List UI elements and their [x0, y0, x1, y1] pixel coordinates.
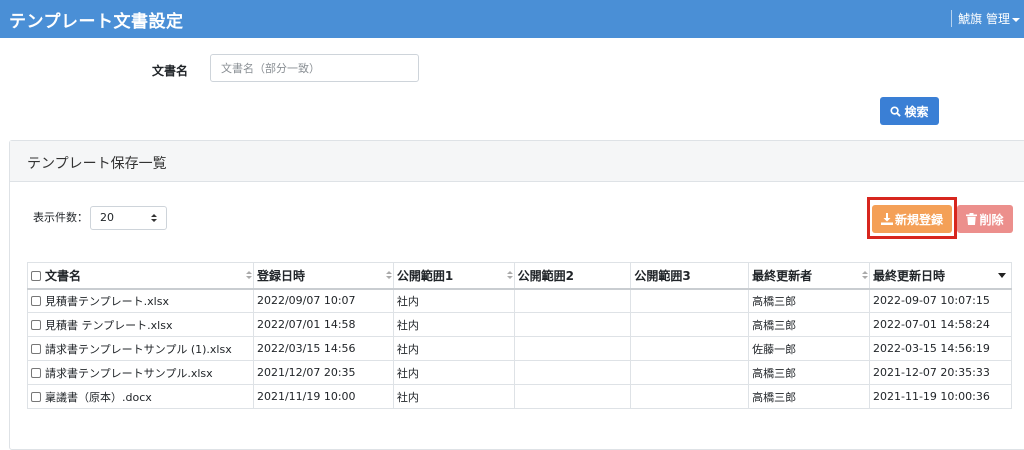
new-register-button[interactable]: 新規登録 [872, 205, 952, 233]
cell-scope2 [513, 288, 632, 313]
search-label: 文書名 [152, 64, 189, 78]
per-page-value: 20 [100, 211, 114, 224]
select-all-checkbox[interactable] [31, 270, 41, 281]
panel-header: テンプレート保存一覧 [10, 141, 1024, 182]
cell-updated: 2022-07-01 14:58:24 [869, 312, 1012, 337]
user-menu[interactable]: 鯱旗 管理 [951, 10, 1020, 27]
download-icon [880, 213, 893, 225]
cell-updater: 佐藤一郎 [748, 336, 870, 361]
cell-updater: 高橋三郎 [748, 312, 870, 337]
cell-updater: 高橋三郎 [748, 384, 870, 409]
table-row[interactable]: 見積書 テンプレート.xlsx 2022/07/01 14:58 社内 高橋三郎… [27, 312, 1012, 337]
cell-updated: 2021-11-19 10:00:36 [869, 384, 1012, 409]
cell-scope3 [630, 360, 750, 385]
cell-registered: 2022/07/01 14:58 [252, 312, 394, 337]
page-title: テンプレート文書設定 [9, 12, 184, 32]
cell-scope3 [630, 288, 750, 313]
cell-scope2 [513, 384, 632, 409]
cell-scope1: 社内 [392, 288, 515, 313]
row-checkbox[interactable] [31, 367, 41, 378]
cell-name[interactable]: 見積書 テンプレート.xlsx [27, 312, 254, 337]
cell-updater: 高橋三郎 [748, 360, 870, 385]
cell-registered: 2021/12/07 20:35 [252, 360, 394, 385]
column-header-registered[interactable]: 登録日時 [245, 262, 394, 290]
per-page-label: 表示件数： [33, 211, 88, 224]
cell-registered: 2022/09/07 10:07 [252, 288, 394, 313]
cell-updated: 2022-09-07 10:07:15 [869, 288, 1012, 313]
search-button[interactable]: 検索 [880, 97, 939, 125]
sort-icon [506, 271, 513, 279]
cell-scope3 [630, 384, 750, 409]
cell-updated: 2022-03-15 14:56:19 [869, 336, 1012, 361]
cell-scope3 [630, 336, 750, 361]
delete-button[interactable]: 削除 [957, 205, 1013, 233]
search-button-label: 検索 [904, 104, 929, 119]
cell-scope2 [513, 312, 632, 337]
user-name: 鯱旗 管理 [958, 12, 1010, 26]
cell-scope2 [513, 336, 632, 361]
cell-scope1: 社内 [392, 360, 515, 385]
cell-name[interactable]: 請求書テンプレートサンプル (1).xlsx [27, 336, 254, 361]
app-header: テンプレート文書設定 鯱旗 管理 [0, 0, 1024, 38]
cell-scope2 [513, 360, 632, 385]
chevron-down-icon [1012, 17, 1020, 22]
table-row[interactable]: 稟議書（原本）.docx 2021/11/19 10:00 社内 高橋三郎 20… [27, 384, 1012, 409]
sort-icon [245, 271, 252, 279]
new-register-label: 新規登録 [894, 212, 943, 227]
cell-registered: 2022/03/15 14:56 [252, 336, 394, 361]
column-header-name[interactable]: 文書名 [27, 262, 254, 290]
sort-desc-icon [998, 273, 1006, 278]
trash-icon [966, 213, 978, 225]
sort-icon [862, 271, 868, 279]
table-row[interactable]: 請求書テンプレートサンプル (1).xlsx 2022/03/15 14:56 … [27, 336, 1012, 361]
column-header-scope2[interactable]: 公開範囲2 [506, 262, 632, 290]
table-header-row: 文書名 登録日時 公開範囲1 公開範囲2 公開範囲3 最終更新者 最終更新日時 [27, 262, 1012, 290]
cell-scope1: 社内 [392, 384, 515, 409]
per-page-select[interactable]: 20 [90, 206, 167, 230]
panel-title: テンプレート保存一覧 [27, 156, 167, 172]
sort-icon [385, 271, 392, 279]
cell-name[interactable]: 請求書テンプレートサンプル.xlsx [27, 360, 254, 385]
search-input[interactable] [210, 54, 419, 82]
template-table: 文書名 登録日時 公開範囲1 公開範囲2 公開範囲3 最終更新者 最終更新日時 … [27, 262, 1012, 409]
column-header-scope1[interactable]: 公開範囲1 [385, 262, 515, 290]
row-checkbox[interactable] [31, 391, 41, 402]
cell-name[interactable]: 稟議書（原本）.docx [27, 384, 254, 409]
cell-updated: 2021-12-07 20:35:33 [869, 360, 1012, 385]
cell-updater: 高橋三郎 [748, 288, 870, 313]
row-checkbox[interactable] [31, 319, 41, 330]
search-icon [890, 105, 902, 117]
delete-label: 削除 [979, 212, 1004, 227]
cell-scope1: 社内 [392, 336, 515, 361]
select-arrows-icon [151, 214, 157, 222]
cell-name[interactable]: 見積書テンプレート.xlsx [27, 288, 254, 313]
cell-scope3 [630, 312, 750, 337]
table-row[interactable]: 請求書テンプレートサンプル.xlsx 2021/12/07 20:35 社内 高… [27, 360, 1012, 385]
row-checkbox[interactable] [31, 295, 41, 306]
column-header-updater[interactable]: 最終更新者 [748, 262, 870, 290]
cell-registered: 2021/11/19 10:00 [252, 384, 394, 409]
row-checkbox[interactable] [31, 343, 41, 354]
column-header-updated[interactable]: 最終更新日時 [862, 262, 1012, 290]
cell-scope1: 社内 [392, 312, 515, 337]
column-header-scope3[interactable]: 公開範囲3 [630, 262, 750, 290]
table-row[interactable]: 見積書テンプレート.xlsx 2022/09/07 10:07 社内 高橋三郎 … [27, 288, 1012, 313]
